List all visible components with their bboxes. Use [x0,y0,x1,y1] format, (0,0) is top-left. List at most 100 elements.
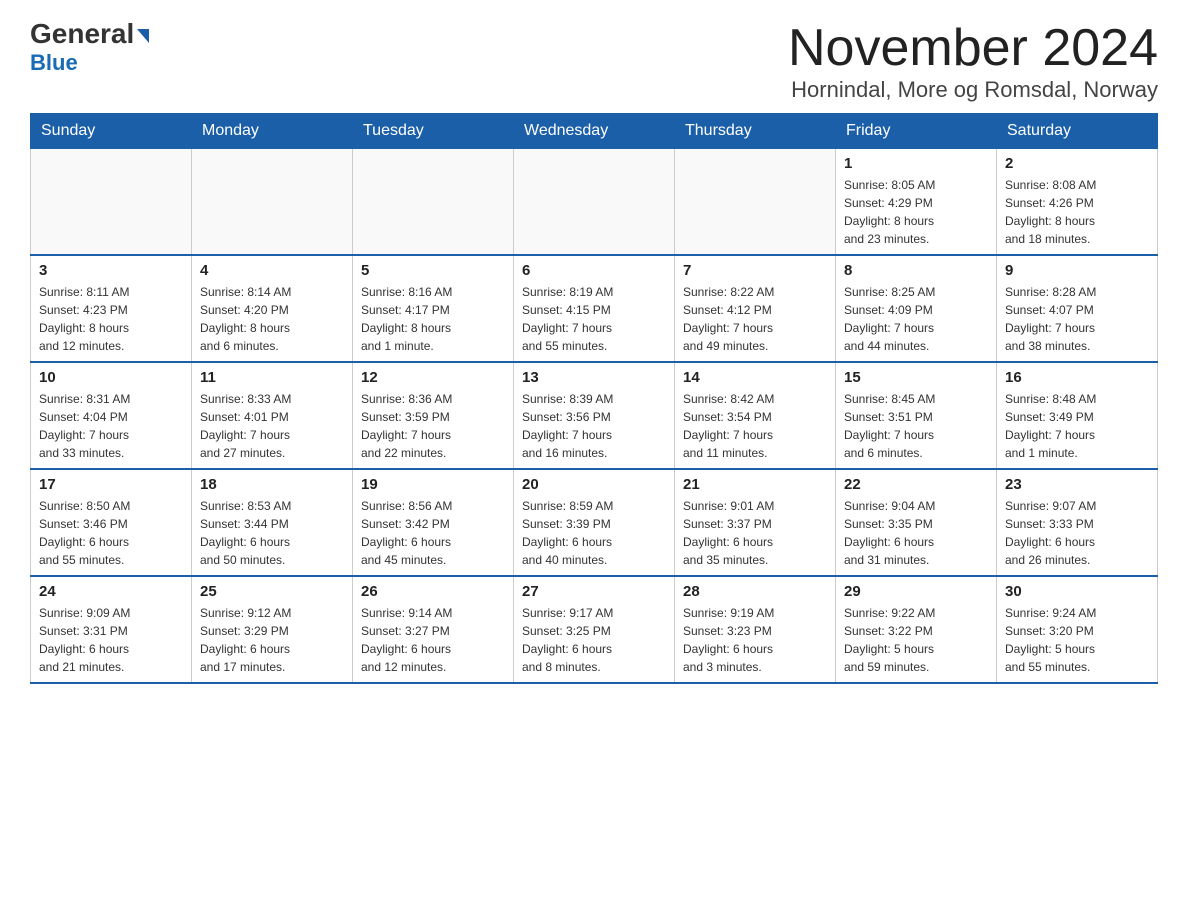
table-row [353,149,514,256]
day-number: 24 [39,583,183,600]
day-number: 28 [683,583,827,600]
day-number: 11 [200,369,344,386]
day-info: Sunrise: 8:42 AM Sunset: 3:54 PM Dayligh… [683,390,827,462]
day-info: Sunrise: 8:45 AM Sunset: 3:51 PM Dayligh… [844,390,988,462]
table-row: 24 Sunrise: 9:09 AM Sunset: 3:31 PM Dayli… [31,576,192,683]
table-row [31,149,192,256]
table-row [514,149,675,256]
table-row: 28 Sunrise: 9:19 AM Sunset: 3:23 PM Dayli… [675,576,836,683]
day-info: Sunrise: 9:01 AM Sunset: 3:37 PM Dayligh… [683,497,827,569]
day-number: 20 [522,476,666,493]
calendar-header-row: Sunday Monday Tuesday Wednesday Thursday… [31,114,1158,149]
day-info: Sunrise: 8:11 AM Sunset: 4:23 PM Dayligh… [39,283,183,355]
day-info: Sunrise: 9:14 AM Sunset: 3:27 PM Dayligh… [361,604,505,676]
day-number: 23 [1005,476,1149,493]
day-number: 9 [1005,262,1149,279]
day-info: Sunrise: 8:05 AM Sunset: 4:29 PM Dayligh… [844,176,988,248]
day-info: Sunrise: 9:24 AM Sunset: 3:20 PM Dayligh… [1005,604,1149,676]
table-row: 26Sunrise: 9:14 AM Sunset: 3:27 PM Dayli… [353,576,514,683]
table-row: 2Sunrise: 8:08 AM Sunset: 4:26 PM Daylig… [997,149,1158,256]
day-number: 7 [683,262,827,279]
calendar-subtitle: Hornindal, More og Romsdal, Norway [788,77,1158,103]
day-info: Sunrise: 9:09 AM Sunset: 3:31 PM Dayligh… [39,604,183,676]
day-number: 10 [39,369,183,386]
day-number: 3 [39,262,183,279]
col-saturday: Saturday [997,114,1158,149]
day-info: Sunrise: 9:07 AM Sunset: 3:33 PM Dayligh… [1005,497,1149,569]
table-row: 23 Sunrise: 9:07 AM Sunset: 3:33 PM Dayli… [997,469,1158,576]
day-info: Sunrise: 8:31 AM Sunset: 4:04 PM Dayligh… [39,390,183,462]
day-info: Sunrise: 9:17 AM Sunset: 3:25 PM Dayligh… [522,604,666,676]
col-tuesday: Tuesday [353,114,514,149]
day-number: 17 [39,476,183,493]
day-info: Sunrise: 8:33 AM Sunset: 4:01 PM Dayligh… [200,390,344,462]
day-number: 19 [361,476,505,493]
day-number: 22 [844,476,988,493]
day-number: 13 [522,369,666,386]
table-row: 17Sunrise: 8:50 AM Sunset: 3:46 PM Dayli… [31,469,192,576]
day-number: 30 [1005,583,1149,600]
table-row: 22Sunrise: 9:04 AM Sunset: 3:35 PM Dayli… [836,469,997,576]
table-row: 11 Sunrise: 8:33 AM Sunset: 4:01 PM Dayli… [192,362,353,469]
table-row: 16 Sunrise: 8:48 AM Sunset: 3:49 PM Dayli… [997,362,1158,469]
day-info: Sunrise: 8:19 AM Sunset: 4:15 PM Dayligh… [522,283,666,355]
day-info: Sunrise: 9:12 AM Sunset: 3:29 PM Dayligh… [200,604,344,676]
table-row: 7 Sunrise: 8:22 AM Sunset: 4:12 PM Daylig… [675,255,836,362]
day-info: Sunrise: 8:56 AM Sunset: 3:42 PM Dayligh… [361,497,505,569]
calendar-week-row: 17Sunrise: 8:50 AM Sunset: 3:46 PM Dayli… [31,469,1158,576]
day-number: 15 [844,369,988,386]
day-number: 6 [522,262,666,279]
col-sunday: Sunday [31,114,192,149]
day-number: 8 [844,262,988,279]
calendar-week-row: 24 Sunrise: 9:09 AM Sunset: 3:31 PM Dayli… [31,576,1158,683]
page-header: General Blue November 2024 Hornindal, Mo… [30,20,1158,103]
calendar-week-row: 1 Sunrise: 8:05 AM Sunset: 4:29 PM Daylig… [31,149,1158,256]
col-wednesday: Wednesday [514,114,675,149]
day-info: Sunrise: 8:39 AM Sunset: 3:56 PM Dayligh… [522,390,666,462]
title-block: November 2024 Hornindal, More og Romsdal… [788,20,1158,103]
day-number: 12 [361,369,505,386]
day-info: Sunrise: 8:28 AM Sunset: 4:07 PM Dayligh… [1005,283,1149,355]
table-row: 12 Sunrise: 8:36 AM Sunset: 3:59 PM Dayli… [353,362,514,469]
calendar-title: November 2024 [788,20,1158,77]
day-number: 27 [522,583,666,600]
table-row: 18Sunrise: 8:53 AM Sunset: 3:44 PM Dayli… [192,469,353,576]
day-info: Sunrise: 8:25 AM Sunset: 4:09 PM Dayligh… [844,283,988,355]
logo: General Blue [30,20,149,76]
calendar-week-row: 10 Sunrise: 8:31 AM Sunset: 4:04 PM Dayli… [31,362,1158,469]
day-number: 1 [844,155,988,172]
day-number: 29 [844,583,988,600]
day-info: Sunrise: 8:36 AM Sunset: 3:59 PM Dayligh… [361,390,505,462]
day-info: Sunrise: 8:14 AM Sunset: 4:20 PM Dayligh… [200,283,344,355]
day-number: 2 [1005,155,1149,172]
day-info: Sunrise: 9:19 AM Sunset: 3:23 PM Dayligh… [683,604,827,676]
table-row: 4Sunrise: 8:14 AM Sunset: 4:20 PM Daylig… [192,255,353,362]
table-row: 19 Sunrise: 8:56 AM Sunset: 3:42 PM Dayli… [353,469,514,576]
table-row: 8 Sunrise: 8:25 AM Sunset: 4:09 PM Daylig… [836,255,997,362]
day-info: Sunrise: 8:22 AM Sunset: 4:12 PM Dayligh… [683,283,827,355]
day-number: 14 [683,369,827,386]
table-row: 15 Sunrise: 8:45 AM Sunset: 3:51 PM Dayli… [836,362,997,469]
table-row [192,149,353,256]
day-number: 25 [200,583,344,600]
day-number: 5 [361,262,505,279]
day-info: Sunrise: 8:48 AM Sunset: 3:49 PM Dayligh… [1005,390,1149,462]
table-row: 10 Sunrise: 8:31 AM Sunset: 4:04 PM Dayli… [31,362,192,469]
logo-blue-line: Blue [30,50,78,76]
table-row: 1 Sunrise: 8:05 AM Sunset: 4:29 PM Daylig… [836,149,997,256]
table-row: 6 Sunrise: 8:19 AM Sunset: 4:15 PM Daylig… [514,255,675,362]
table-row: 3 Sunrise: 8:11 AM Sunset: 4:23 PM Daylig… [31,255,192,362]
calendar-table: Sunday Monday Tuesday Wednesday Thursday… [30,113,1158,684]
table-row: 5 Sunrise: 8:16 AM Sunset: 4:17 PM Daylig… [353,255,514,362]
day-number: 21 [683,476,827,493]
table-row [675,149,836,256]
table-row: 9 Sunrise: 8:28 AM Sunset: 4:07 PM Daylig… [997,255,1158,362]
day-number: 16 [1005,369,1149,386]
day-info: Sunrise: 8:16 AM Sunset: 4:17 PM Dayligh… [361,283,505,355]
table-row: 25 Sunrise: 9:12 AM Sunset: 3:29 PM Dayli… [192,576,353,683]
calendar-week-row: 3 Sunrise: 8:11 AM Sunset: 4:23 PM Daylig… [31,255,1158,362]
table-row: 29Sunrise: 9:22 AM Sunset: 3:22 PM Dayli… [836,576,997,683]
day-info: Sunrise: 8:53 AM Sunset: 3:44 PM Dayligh… [200,497,344,569]
table-row: 21 Sunrise: 9:01 AM Sunset: 3:37 PM Dayli… [675,469,836,576]
table-row: 27 Sunrise: 9:17 AM Sunset: 3:25 PM Dayli… [514,576,675,683]
